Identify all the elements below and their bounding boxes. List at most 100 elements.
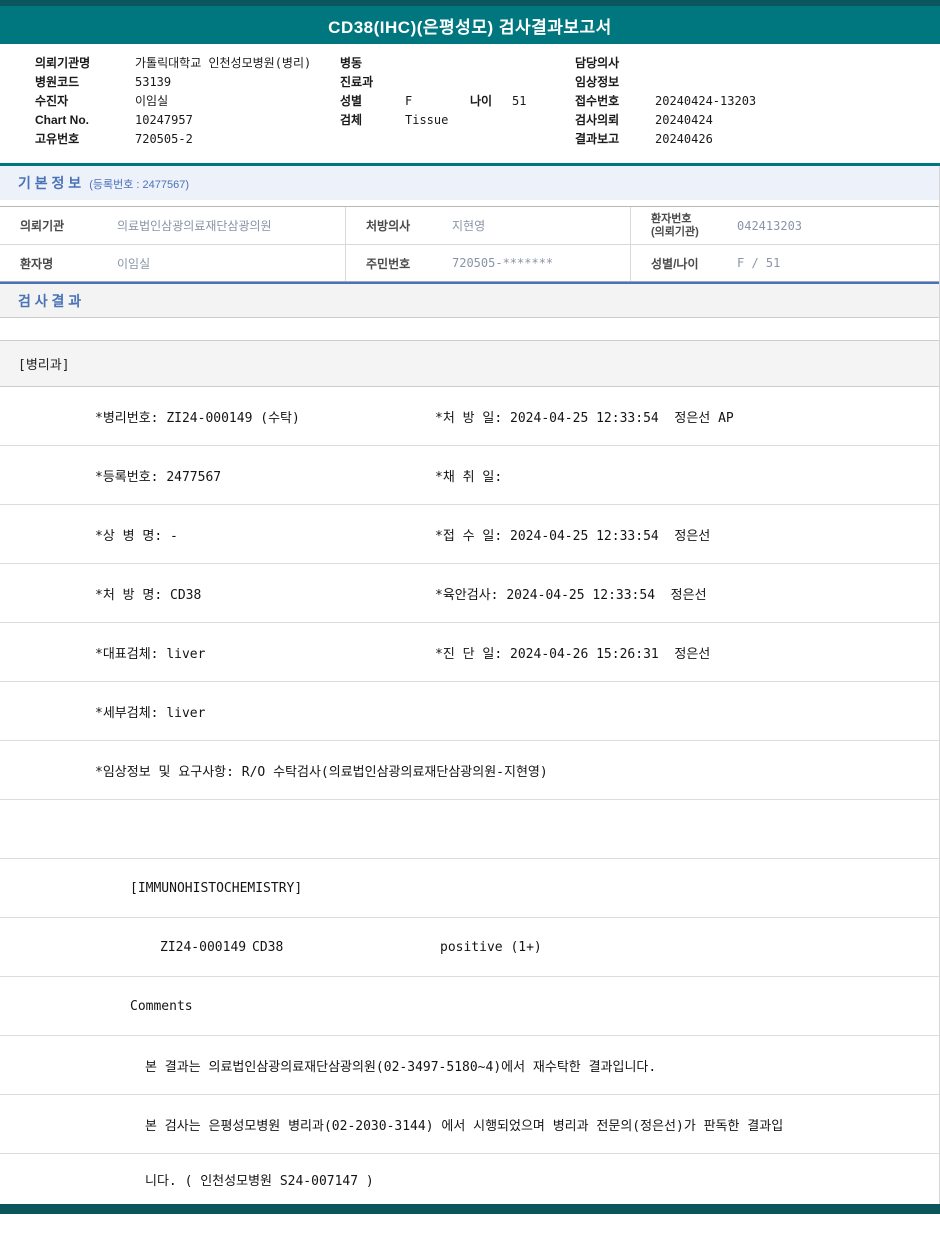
basic-info-title: 기 본 정 보 — [18, 175, 82, 191]
cell-label-line: (의뢰기관) — [651, 225, 699, 238]
department-label: [병리과] — [18, 358, 70, 373]
results-title: 검 사 결 과 — [18, 292, 82, 309]
field-label: 검체 — [340, 113, 363, 127]
field-label: 성별 — [340, 94, 363, 108]
header-field-row: 임상정보 — [575, 73, 756, 92]
comments-header-row: Comments — [0, 977, 939, 1036]
cell-value: 이임실 — [117, 256, 151, 271]
test-name: CD38 — [252, 939, 284, 955]
comment-row: 본 검사는 은평성모병원 병리과(02-2030-3144) 에서 시행되었으며… — [0, 1095, 939, 1154]
cell-label: 환자명 — [20, 256, 54, 271]
field-value: 10247957 — [135, 113, 193, 127]
cell-label: 처방의사 — [345, 207, 450, 244]
field-label: 의뢰기관명 — [35, 56, 91, 70]
field-label: 임상정보 — [575, 75, 620, 89]
header-field-row: 담당의사 — [575, 54, 756, 73]
patient-header-middle-column: 병동 진료과 성별 F 나이 51 검체 Tissue — [340, 54, 526, 130]
cell-label: 의뢰기관 — [20, 219, 65, 233]
header-field-row: 병동 — [340, 54, 526, 73]
ihc-result-row: ZI24-000149 CD38 positive (1+) — [0, 918, 939, 977]
basic-info-table: 의뢰기관 의료법인삼광의료재단삼광의원 처방의사 지현영 환자번호 (의뢰기관)… — [0, 206, 939, 282]
field-value: 51 — [512, 94, 527, 108]
result-field-right: *접 수 일: 2024-04-25 12:33:54 정은선 — [435, 528, 711, 544]
header-field-row: 성별 F 나이 51 — [340, 92, 526, 111]
patient-header-left-column: 의뢰기관명 가톨릭대학교 인천성모병원(병리) 병원코드 53139 수진자 이임실 … — [35, 54, 311, 149]
table-row: 의뢰기관 의료법인삼광의료재단삼광의원 처방의사 지현영 환자번호 (의뢰기관)… — [0, 207, 939, 244]
result-row: *세부검체: liver — [0, 682, 939, 741]
header-field-row: 검사의뢰 20240424 — [575, 111, 756, 130]
result-row: *상 병 명: - *접 수 일: 2024-04-25 12:33:54 정은… — [0, 505, 939, 564]
cell-value: 042413203 — [737, 218, 803, 233]
field-value: 20240424-13203 — [655, 94, 757, 108]
header-field-row: Chart No. 10247957 — [35, 111, 311, 130]
comment-row: 본 결과는 의료법인삼광의료재단삼광의원(02-3497-5180~4)에서 재… — [0, 1036, 939, 1095]
empty-row — [0, 800, 939, 859]
field-label: 결과보고 — [575, 132, 620, 146]
cell-label: 환자번호 (의뢰기관) — [630, 207, 735, 244]
cell-label: 주민번호 — [345, 245, 450, 281]
header-field-row: 의뢰기관명 가톨릭대학교 인천성모병원(병리) — [35, 54, 311, 73]
spacer — [0, 318, 939, 340]
cell-label-line: 환자번호 — [651, 212, 692, 225]
table-row: 환자명 이임실 주민번호 720505-******* 성별/나이 F / 51 — [0, 244, 939, 281]
results-section-header: 검 사 결 과 — [0, 282, 939, 318]
bottom-border-bar — [0, 1204, 940, 1214]
field-label: 나이 — [470, 94, 493, 108]
field-label: 병원코드 — [35, 75, 80, 89]
field-value: 20240426 — [655, 132, 713, 146]
header-field-row: 고유번호 720505-2 — [35, 130, 311, 149]
field-value: 720505-2 — [135, 132, 193, 146]
result-field-left: *처 방 명: CD38 — [95, 587, 202, 603]
header-field-row: 검체 Tissue — [340, 111, 526, 130]
field-label: 수진자 — [35, 94, 69, 108]
header-field-row: 병원코드 53139 — [35, 73, 311, 92]
cell-value: 의료법인삼광의료재단삼광의원 — [117, 219, 272, 233]
result-row: *등록번호: 2477567 *채 취 일: — [0, 446, 939, 505]
field-label: 담당의사 — [575, 56, 620, 70]
cell-value: F / 51 — [737, 256, 781, 270]
result-field-right: *육안검사: 2024-04-25 12:33:54 정은선 — [435, 587, 707, 603]
header-field-row: 수진자 이임실 — [35, 92, 311, 111]
field-value: Tissue — [405, 113, 449, 127]
field-label: 병동 — [340, 56, 363, 70]
test-result: positive (1+) — [440, 939, 542, 955]
comment-line: 본 검사는 은평성모병원 병리과(02-2030-3144) 에서 시행되었으며… — [145, 1118, 784, 1134]
result-field-left: *상 병 명: - — [95, 528, 178, 544]
result-field-right: *채 취 일: — [435, 469, 503, 485]
result-field-left: *대표검체: liver — [95, 646, 206, 662]
result-row: *처 방 명: CD38 *육안검사: 2024-04-25 12:33:54 … — [0, 564, 939, 623]
result-field-right: *처 방 일: 2024-04-25 12:33:54 정은선 AP — [435, 410, 734, 426]
result-row: *임상정보 및 요구사항: R/O 수탁검사(의료법인삼광의료재단삼광의원-지현… — [0, 741, 939, 800]
field-value: 20240424 — [655, 113, 713, 127]
department-row: [병리과] — [0, 340, 939, 387]
ihc-section-header: [IMMUNOHISTOCHEMISTRY] — [130, 880, 303, 896]
header-field-row: 접수번호 20240424-13203 — [575, 92, 756, 111]
field-value: 가톨릭대학교 인천성모병원(병리) — [135, 56, 312, 70]
ihc-header-row: [IMMUNOHISTOCHEMISTRY] — [0, 859, 939, 918]
comment-line: 니다. ( 인천성모병원 S24-007147 ) — [145, 1173, 374, 1189]
specimen-number: ZI24-000149 — [160, 939, 247, 955]
field-label: 진료과 — [340, 75, 374, 89]
result-field-left: *세부검체: liver — [95, 705, 206, 721]
field-value: 이임실 — [135, 94, 169, 108]
result-field-left: *임상정보 및 요구사항: R/O 수탁검사(의료법인삼광의료재단삼광의원-지현… — [95, 764, 548, 780]
result-field-right: *진 단 일: 2024-04-26 15:26:31 정은선 — [435, 646, 711, 662]
header-field-row: 결과보고 20240426 — [575, 130, 756, 149]
report-title: CD38(IHC)(은평성모) 검사결과보고서 — [328, 17, 612, 37]
field-label: 검사의뢰 — [575, 113, 620, 127]
comments-label: Comments — [130, 998, 193, 1014]
cell-label: 성별/나이 — [630, 245, 735, 281]
field-label: 고유번호 — [35, 132, 80, 146]
field-label: 접수번호 — [575, 94, 620, 108]
result-field-left: *병리번호: ZI24-000149 (수탁) — [95, 410, 300, 426]
report-title-band: CD38(IHC)(은평성모) 검사결과보고서 — [0, 6, 940, 44]
comment-line: 본 결과는 의료법인삼광의료재단삼광의원(02-3497-5180~4)에서 재… — [145, 1059, 657, 1075]
registration-number-note: (등록번호 : 2477567) — [89, 179, 190, 191]
field-value: F — [405, 94, 413, 108]
result-field-left: *등록번호: 2477567 — [95, 469, 222, 485]
header-field-row: 진료과 — [340, 73, 526, 92]
report-body: 기 본 정 보 (등록번호 : 2477567) 의뢰기관 의료법인삼광의료재단… — [0, 166, 940, 1204]
result-row: *병리번호: ZI24-000149 (수탁) *처 방 일: 2024-04-… — [0, 387, 939, 446]
basic-info-section-header: 기 본 정 보 (등록번호 : 2477567) — [0, 166, 939, 200]
comment-row: 니다. ( 인천성모병원 S24-007147 ) — [0, 1154, 939, 1204]
